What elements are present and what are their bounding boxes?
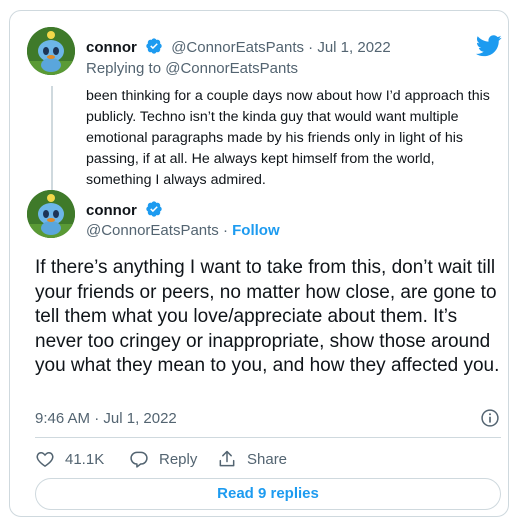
info-icon[interactable] xyxy=(480,408,500,428)
timestamp-separator: · xyxy=(94,410,100,427)
reply-icon xyxy=(130,451,148,468)
main-handle[interactable]: @ConnorEatsPants xyxy=(86,222,219,239)
replying-to-label: Replying to xyxy=(86,60,162,77)
actions-divider xyxy=(35,437,501,438)
tweet-timestamp[interactable]: 9:46 AM · Jul 1, 2022 xyxy=(35,409,177,429)
replying-to-handle[interactable]: @ConnorEatsPants xyxy=(165,60,298,77)
like-button[interactable]: 41.1K xyxy=(35,448,104,470)
parent-header: connor @ConnorEatsPants · Jul 1, 2022 xyxy=(86,37,391,58)
follow-button[interactable]: Follow xyxy=(232,222,280,239)
heart-icon xyxy=(36,451,54,467)
main-header: connor xyxy=(86,200,167,221)
replying-to-line: Replying to @ConnorEatsPants xyxy=(86,59,298,79)
share-label: Share xyxy=(247,450,288,468)
verified-badge-icon xyxy=(146,201,162,217)
like-count: 41.1K xyxy=(65,450,105,468)
parent-display-name[interactable]: connor xyxy=(86,39,137,56)
read-replies-button[interactable]: Read 9 replies xyxy=(35,478,501,510)
reply-label: Reply xyxy=(159,450,198,468)
parent-date[interactable]: Jul 1, 2022 xyxy=(317,39,390,56)
main-tweet-text: If there’s anything I want to take from … xyxy=(35,257,500,376)
twitter-bird-icon[interactable] xyxy=(476,35,502,57)
tweet-time: 9:46 AM xyxy=(35,410,91,427)
tweet-date: Jul 1, 2022 xyxy=(103,410,177,427)
main-separator: · xyxy=(222,222,228,239)
verified-badge-icon xyxy=(146,38,162,54)
parent-tweet-text: been thinking for a couple days now abou… xyxy=(86,88,490,188)
main-avatar[interactable] xyxy=(27,190,75,238)
main-display-name[interactable]: connor xyxy=(86,202,137,219)
share-button[interactable]: Share xyxy=(217,448,287,470)
share-icon xyxy=(219,450,235,467)
parent-avatar[interactable] xyxy=(27,27,75,75)
reply-button[interactable]: Reply xyxy=(129,448,197,470)
tweet-embed-card: connor @ConnorEatsPants · Jul 1, 2022 Re… xyxy=(9,10,509,517)
parent-separator: · xyxy=(308,39,314,56)
thread-connector-line xyxy=(51,86,53,192)
main-handle-line: @ConnorEatsPants · Follow xyxy=(86,221,280,241)
parent-handle[interactable]: @ConnorEatsPants xyxy=(171,39,304,56)
